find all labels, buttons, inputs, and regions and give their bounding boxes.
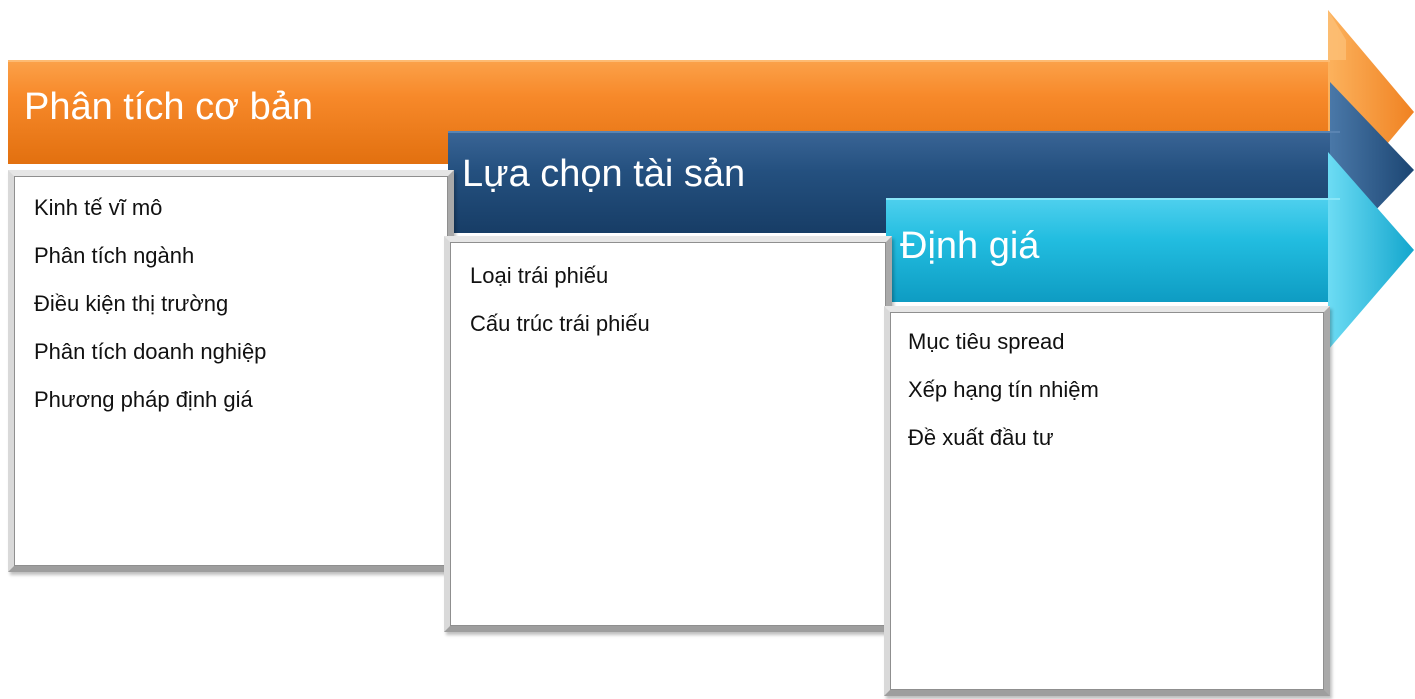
process-diagram: Kinh tế vĩ mô Phân tích ngành Điều kiện …	[0, 0, 1415, 699]
stage-2-item: Cấu trúc trái phiếu	[470, 311, 650, 336]
stage-3-item: Mục tiêu spread	[908, 329, 1065, 354]
stage-1-item: Phân tích ngành	[34, 243, 195, 268]
stage-1-box: Kinh tế vĩ mô Phân tích ngành Điều kiện …	[8, 170, 454, 572]
stage-1-title: Phân tích cơ bản	[24, 86, 313, 128]
stage-3-item: Xếp hạng tín nhiệm	[908, 377, 1099, 402]
stage-2-item: Loại trái phiếu	[470, 263, 609, 288]
stage-1-item: Phân tích doanh nghiệp	[34, 339, 267, 364]
stage-2-list: Loại trái phiếu Cấu trúc trái phiếu	[470, 252, 886, 348]
stage-3-title: Định giá	[900, 225, 1040, 267]
stage-3-box: Mục tiêu spread Xếp hạng tín nhiệm Đề xu…	[884, 306, 1330, 696]
stage-1-item: Kinh tế vĩ mô	[34, 195, 163, 220]
stage-1-item: Điều kiện thị trường	[34, 291, 229, 316]
stage-1-item: Phương pháp định giá	[34, 387, 253, 412]
stage-2-box: Loại trái phiếu Cấu trúc trái phiếu	[444, 236, 892, 632]
stage-3-list: Mục tiêu spread Xếp hạng tín nhiệm Đề xu…	[908, 318, 1324, 462]
stage-2-title: Lựa chọn tài sản	[462, 153, 746, 195]
stage-3-item: Đề xuất đầu tư	[908, 425, 1054, 450]
stage-1-list: Kinh tế vĩ mô Phân tích ngành Điều kiện …	[34, 184, 448, 424]
